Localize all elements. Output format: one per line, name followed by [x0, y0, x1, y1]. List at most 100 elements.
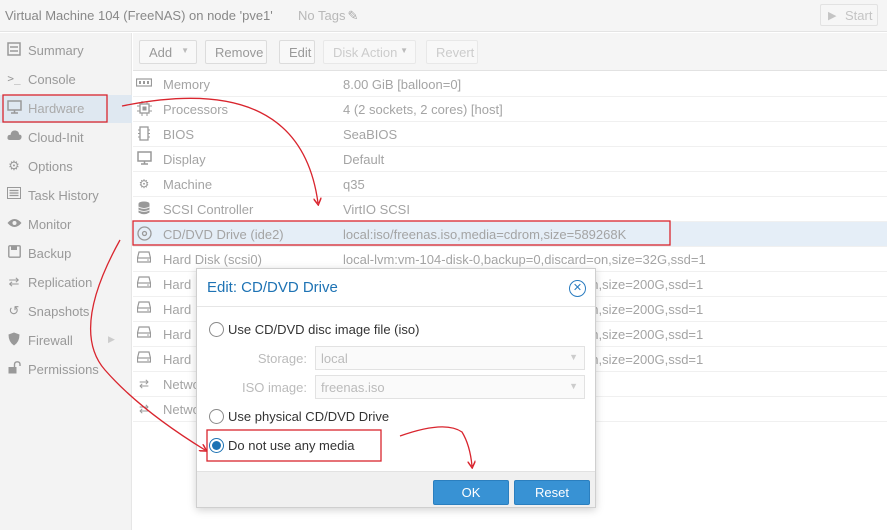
- cogs-icon: ⚙: [138, 177, 150, 191]
- sidebar-item-cloud-init[interactable]: Cloud-Init: [0, 124, 132, 152]
- start-button-label: Start: [845, 8, 873, 23]
- sidebar-item-label: Snapshots: [28, 304, 90, 319]
- hdd-icon: [136, 326, 152, 342]
- sidebar-item-options[interactable]: ⚙ Options: [0, 153, 132, 181]
- hardware-row-scsi-controller[interactable]: SCSI Controller VirtIO SCSI: [133, 197, 887, 222]
- cloud-icon: [6, 129, 22, 145]
- option-iso-label: Use CD/DVD disc image file (iso): [228, 322, 420, 337]
- hardware-value: q35: [343, 177, 365, 192]
- sidebar-item-console[interactable]: >_ Console: [0, 66, 132, 94]
- disk-action-button[interactable]: Disk Action ▼: [323, 40, 416, 64]
- ok-button[interactable]: OK: [433, 480, 509, 505]
- monitor-icon: [6, 100, 22, 116]
- gear-icon: ⚙: [8, 158, 20, 173]
- radio-button[interactable]: [209, 409, 224, 424]
- hardware-row-bios[interactable]: BIOS SeaBIOS: [133, 122, 887, 147]
- hardware-name: Netwo: [163, 402, 200, 417]
- sidebar-item-label: Summary: [28, 43, 84, 58]
- reset-button[interactable]: Reset: [514, 480, 590, 505]
- hardware-value: on,size=200G,ssd=1: [584, 327, 704, 342]
- edit-button[interactable]: Edit: [279, 40, 315, 64]
- hardware-value: SeaBIOS: [343, 127, 398, 142]
- sidebar-item-summary[interactable]: Summary: [0, 37, 132, 65]
- storage-label: Storage:: [257, 351, 307, 366]
- hardware-name: SCSI Controller: [163, 202, 254, 217]
- hardware-value: on,size=200G,ssd=1: [584, 352, 704, 367]
- sidebar-item-permissions[interactable]: Permissions: [0, 356, 132, 384]
- unlock-icon: [6, 361, 22, 377]
- hdd-icon: [136, 251, 152, 267]
- title-bar: Virtual Machine 104 (FreeNAS) on node 'p…: [0, 0, 887, 32]
- sidebar-item-task-history[interactable]: Task History: [0, 182, 132, 210]
- shield-icon: [6, 332, 22, 348]
- hardware-name: BIOS: [163, 127, 195, 142]
- hardware-name: Machine: [163, 177, 213, 192]
- history-icon: ↺: [8, 303, 20, 318]
- storage-select[interactable]: local ▼: [315, 346, 585, 370]
- hardware-name: Hard: [163, 327, 192, 342]
- sidebar-item-label: Firewall: [28, 333, 73, 348]
- remove-button[interactable]: Remove: [205, 40, 267, 64]
- hardware-name: Hard: [163, 302, 192, 317]
- hdd-icon: [136, 301, 152, 317]
- cpu-icon: [136, 101, 152, 117]
- close-icon[interactable]: ✕: [569, 280, 586, 297]
- sidebar-item-label: Options: [28, 159, 73, 174]
- hardware-value: on,size=200G,ssd=1: [584, 302, 704, 317]
- hardware-row-cdrom[interactable]: CD/DVD Drive (ide2) local:iso/freenas.is…: [133, 222, 887, 247]
- database-icon: [136, 201, 152, 217]
- sidebar-item-snapshots[interactable]: ↺ Snapshots: [0, 298, 132, 326]
- sidebar-item-label: Monitor: [28, 217, 72, 232]
- hardware-value: local-lvm:vm-104-disk-0,backup=0,discard…: [343, 252, 706, 267]
- hardware-name: Netwo: [163, 377, 200, 392]
- iso-image-value: freenas.iso: [321, 380, 385, 395]
- disk-action-label: Disk Action: [333, 45, 398, 60]
- hardware-row-machine[interactable]: ⚙ Machine q35: [133, 172, 887, 197]
- chevron-down-icon: ▼: [400, 46, 408, 55]
- radio-button-checked[interactable]: [209, 438, 224, 453]
- tags-editor[interactable]: No Tags ✎: [298, 8, 358, 24]
- vm-title: Virtual Machine 104 (FreeNAS) on node 'p…: [5, 8, 273, 23]
- sidebar-item-hardware[interactable]: Hardware: [0, 95, 132, 123]
- hardware-value: VirtIO SCSI: [343, 202, 410, 217]
- hardware-row-display[interactable]: Display Default: [133, 147, 887, 172]
- hardware-value: local:iso/freenas.iso,media=cdrom,size=5…: [343, 227, 627, 242]
- dialog-header: Edit: CD/DVD Drive ✕: [197, 269, 595, 307]
- hardware-value: 4 (2 sockets, 2 cores) [host]: [343, 102, 503, 117]
- sidebar-item-backup[interactable]: Backup: [0, 240, 132, 268]
- dialog-footer: OK Reset: [197, 471, 595, 507]
- sidebar: Summary >_ Console Hardware Cloud-Init ⚙…: [0, 33, 132, 530]
- edit-cdrom-dialog: Edit: CD/DVD Drive ✕ Use CD/DVD disc ima…: [196, 268, 596, 508]
- expand-arrow-icon[interactable]: ▶: [108, 334, 115, 345]
- sidebar-item-replication[interactable]: ⇄ Replication: [0, 269, 132, 297]
- option-physical-label: Use physical CD/DVD Drive: [228, 409, 390, 424]
- list-icon: [6, 187, 22, 203]
- microchip-icon: [136, 126, 152, 142]
- hardware-value: Default: [343, 152, 385, 167]
- remove-button-label: Remove: [215, 45, 264, 60]
- hardware-value: 8.00 GiB [balloon=0]: [343, 77, 462, 92]
- hardware-name: Processors: [163, 102, 229, 117]
- revert-button[interactable]: Revert: [426, 40, 478, 64]
- hardware-row-memory[interactable]: Memory 8.00 GiB [balloon=0]: [133, 72, 887, 97]
- hardware-row-processors[interactable]: Processors 4 (2 sockets, 2 cores) [host]: [133, 97, 887, 122]
- add-button-label: Add: [149, 45, 173, 60]
- chevron-down-icon: ▼: [569, 381, 578, 391]
- hdd-icon: [136, 351, 152, 367]
- hardware-name: Hard: [163, 352, 192, 367]
- floppy-icon: [6, 245, 22, 261]
- pencil-icon[interactable]: ✎: [347, 8, 358, 24]
- eye-icon: [6, 216, 22, 232]
- add-button[interactable]: Add ▼: [139, 40, 197, 64]
- hardware-name: Hard Disk (scsi0): [163, 252, 262, 267]
- sidebar-item-firewall[interactable]: Firewall ▶: [0, 327, 132, 355]
- start-button[interactable]: ▶ Start: [820, 4, 878, 26]
- console-icon: >_: [7, 72, 21, 85]
- option-none-label: Do not use any media: [228, 438, 355, 453]
- radio-button[interactable]: [209, 322, 224, 337]
- sidebar-item-monitor[interactable]: Monitor: [0, 211, 132, 239]
- storage-value: local: [321, 351, 348, 366]
- chevron-down-icon: ▼: [181, 46, 189, 55]
- iso-image-select[interactable]: freenas.iso ▼: [315, 375, 585, 399]
- hdd-icon: [136, 276, 152, 292]
